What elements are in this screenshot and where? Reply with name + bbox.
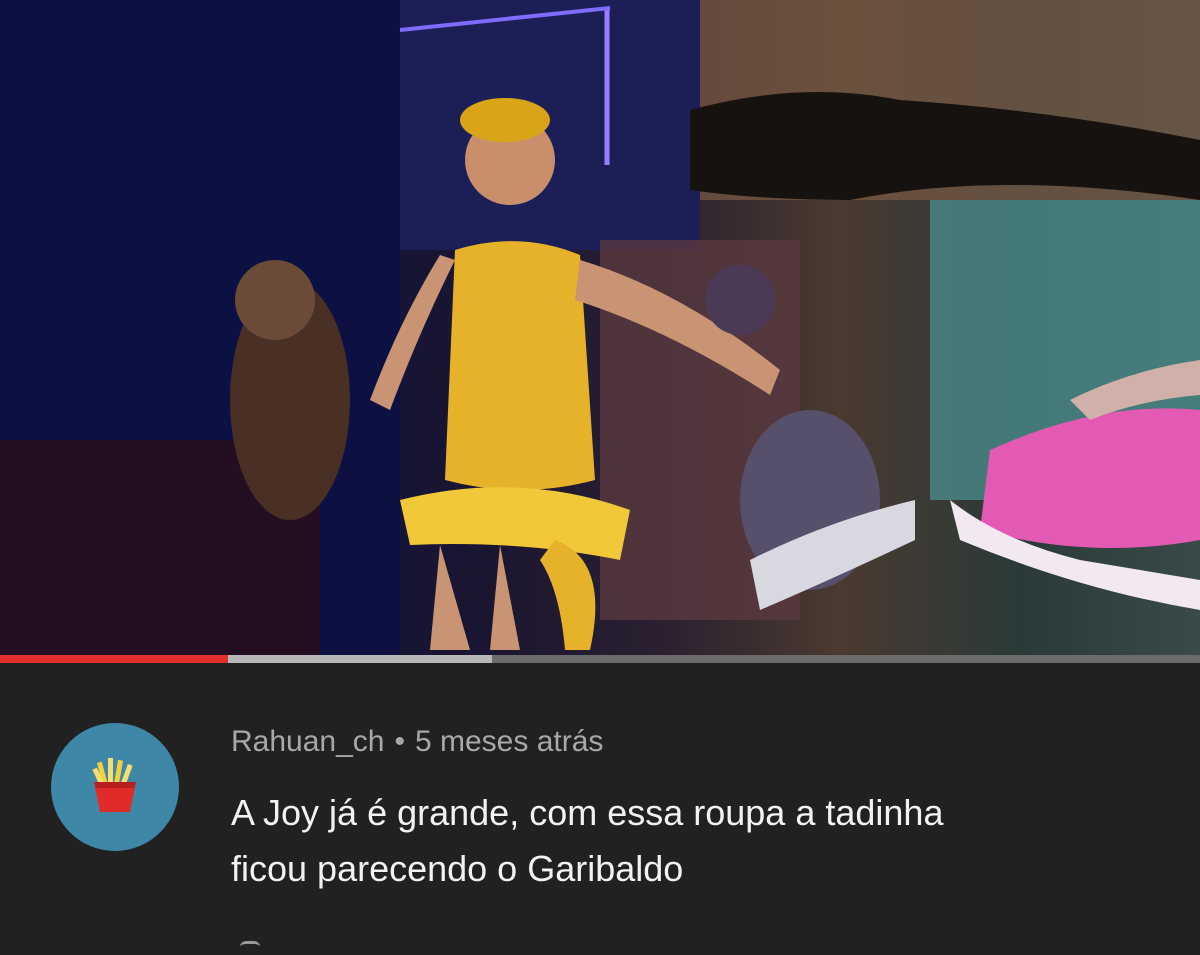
- comment-author[interactable]: Rahuan_ch: [231, 725, 384, 758]
- comment-item: Rahuan_ch • 5 meses atrás A Joy já é grand…: [0, 663, 1200, 952]
- progress-played: [0, 655, 228, 663]
- video-frame: [0, 0, 1200, 657]
- like-icon[interactable]: [240, 941, 260, 955]
- comment-timestamp[interactable]: 5 meses atrás: [415, 725, 603, 758]
- meta-separator: •: [394, 725, 405, 758]
- comment-meta: Rahuan_ch • 5 meses atrás: [231, 725, 603, 759]
- avatar[interactable]: [51, 723, 179, 851]
- comment-text-line: ficou parecendo o Garibaldo: [231, 848, 684, 889]
- french-fries-icon: [92, 758, 136, 812]
- comment-text: A Joy já é grande, com essa roupa a tadi…: [231, 785, 1161, 897]
- video-progress-bar[interactable]: [0, 655, 1200, 663]
- video-player[interactable]: [0, 0, 1200, 657]
- comment-text-line: A Joy já é grande, com essa roupa a tadi…: [231, 792, 944, 833]
